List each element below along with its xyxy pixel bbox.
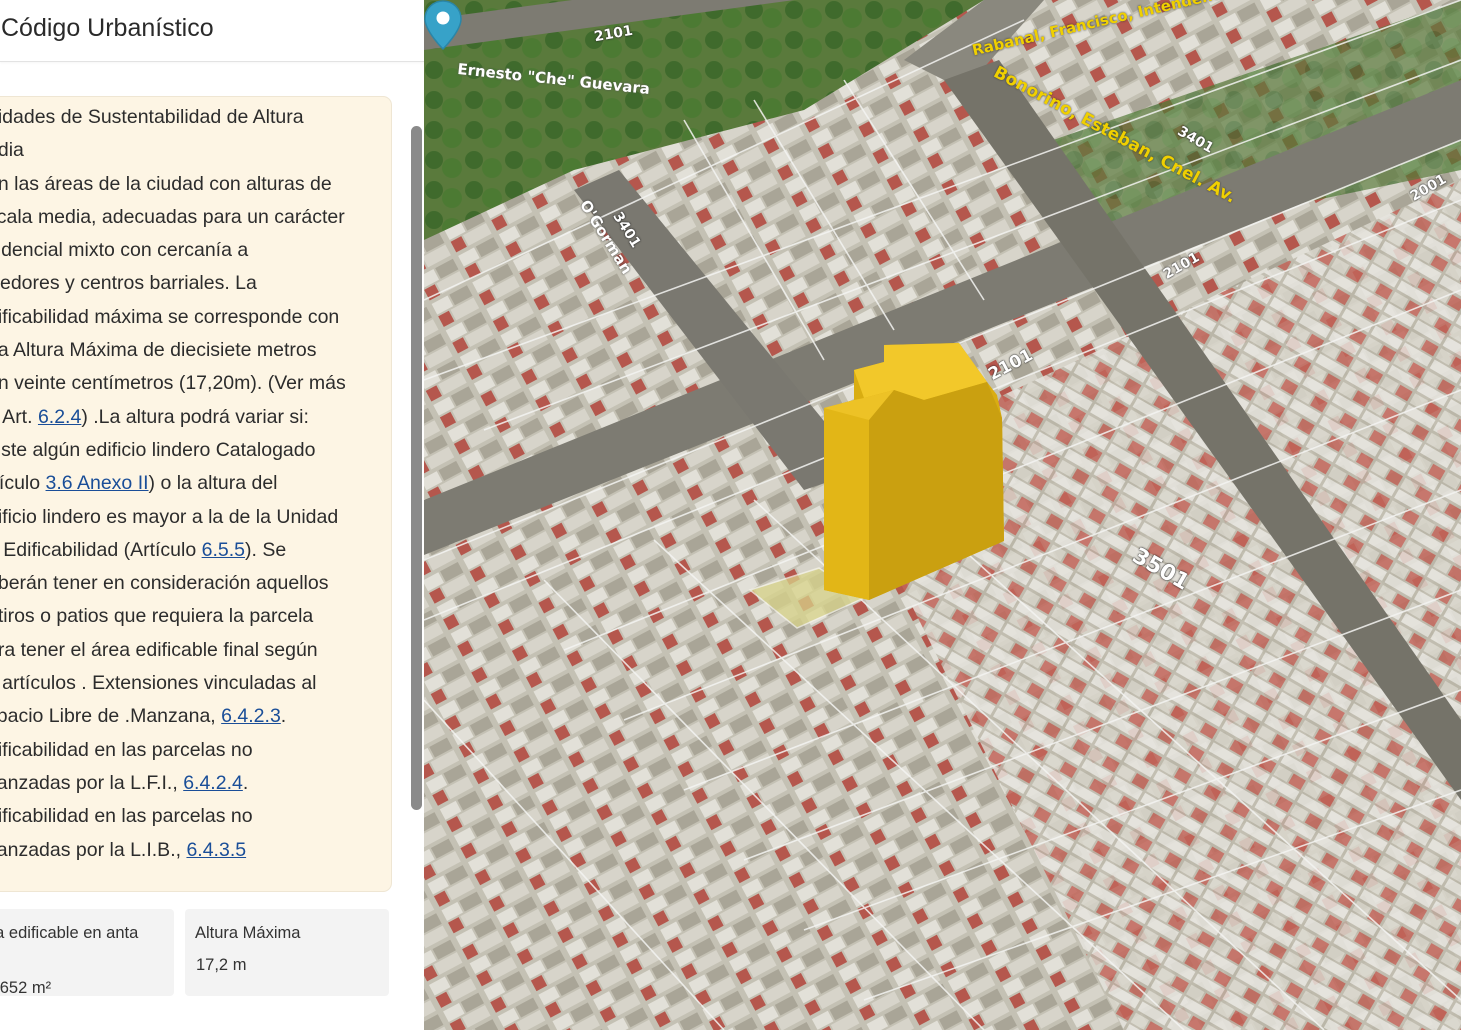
info-line: xiste algún edificio lindero Catalogado [0, 438, 316, 461]
stat-value: 17,2 m [196, 956, 247, 974]
info-line-with-link: canzadas por la L.F.I., 6.4.2.4. [0, 767, 373, 800]
info-text: ) .La altura podrá variar si: [81, 405, 309, 428]
info-line: dificabilidad en las parcelas no [0, 738, 253, 761]
info-line: dificabilidad en las parcelas no [0, 805, 253, 828]
info-line: dificabilidad máxima se corresponde con [0, 305, 340, 328]
panel-scroll-area[interactable]: nidades de Sustentabilidad de Altura edi… [0, 63, 424, 1030]
info-text: . [280, 705, 287, 728]
info-line-with-link: rtículo 3.6 Anexo II) o la altura del [0, 467, 373, 500]
info-text: e Edificabilidad (Artículo [0, 538, 202, 561]
info-line: scala media, adecuadas para un carácter [0, 205, 345, 228]
info-line: edia [0, 139, 24, 162]
info-text: canzadas por la L.I.B., [0, 838, 187, 861]
info-text: rtículo [0, 472, 41, 495]
location-pin-icon[interactable] [424, 0, 462, 50]
panel-scrollbar[interactable] [411, 126, 422, 810]
link-art-6-2-4[interactable]: 6.2.4 [38, 406, 81, 428]
zoning-description: nidades de Sustentabilidad de Altura edi… [0, 101, 373, 867]
info-line: eberán tener en consideración aquellos [0, 572, 329, 595]
info-line: nidades de Sustentabilidad de Altura [0, 106, 304, 128]
info-line: etiros o patios que requiera la parcela [0, 605, 314, 628]
info-line: on las áreas de la ciudad con alturas de [0, 172, 332, 195]
stat-label: Altura Máxima [195, 924, 301, 942]
info-text: n Art. [0, 405, 33, 428]
info-text: . [242, 771, 249, 794]
link-art-6-4-2-4[interactable]: 6.4.2.4 [183, 772, 243, 794]
link-art-6-5-5[interactable]: 6.5.5 [202, 539, 245, 561]
stat-buildable-area: ea edificable en anta 8.652 m² [0, 909, 174, 997]
info-text: spacio Libre de .Manzana, [0, 705, 222, 728]
info-line: sidencial mixto con cercanía a [0, 239, 249, 262]
info-text: canzadas por la L.F.I., [0, 771, 184, 794]
info-line-with-link: n Art. 6.2.4) .La altura podrá variar si… [0, 401, 373, 434]
stat-value: 8.652 m² [0, 979, 52, 997]
info-line-with-link: e Edificabilidad (Artículo 6.5.5). Se [0, 534, 373, 567]
link-art-6-4-3-5[interactable]: 6.4.3.5 [186, 839, 246, 861]
map-canvas [424, 0, 1461, 1030]
info-line: ara tener el área edificable final según [0, 638, 318, 661]
panel-header: Código Urbanístico [0, 0, 424, 62]
info-text: ). Se [244, 538, 287, 561]
info-line: s artículos . Extensiones vinculadas al [0, 672, 317, 695]
link-anexo-ii[interactable]: 3.6 Anexo II [46, 472, 149, 494]
satellite-3d-map[interactable]: Ernesto "Che" Guevara Rabanal, Francisco… [424, 0, 1461, 1030]
panel-title: Código Urbanístico [1, 14, 214, 42]
stat-max-height: Altura Máxima 17,2 m [185, 909, 389, 996]
info-line: rredores y centros barriales. La [0, 272, 257, 295]
info-line: dificio lindero es mayor a la de la Unid… [0, 505, 339, 528]
zoning-info-card: nidades de Sustentabilidad de Altura edi… [0, 96, 392, 892]
info-line-with-link: spacio Libre de .Manzana, 6.4.2.3. [0, 700, 373, 733]
stat-label: ea edificable en anta [0, 924, 139, 942]
link-art-6-4-2-3[interactable]: 6.4.2.3 [221, 705, 281, 727]
info-line: on veinte centímetros (17,20m). (Ver más [0, 372, 346, 395]
side-panel: Código Urbanístico nidades de Sustentabi… [0, 0, 424, 1030]
info-line-with-link: canzadas por la L.I.B., 6.4.3.5 [0, 834, 373, 867]
info-line: na Altura Máxima de diecisiete metros [0, 339, 317, 362]
info-text: ) o la altura del [148, 472, 278, 495]
